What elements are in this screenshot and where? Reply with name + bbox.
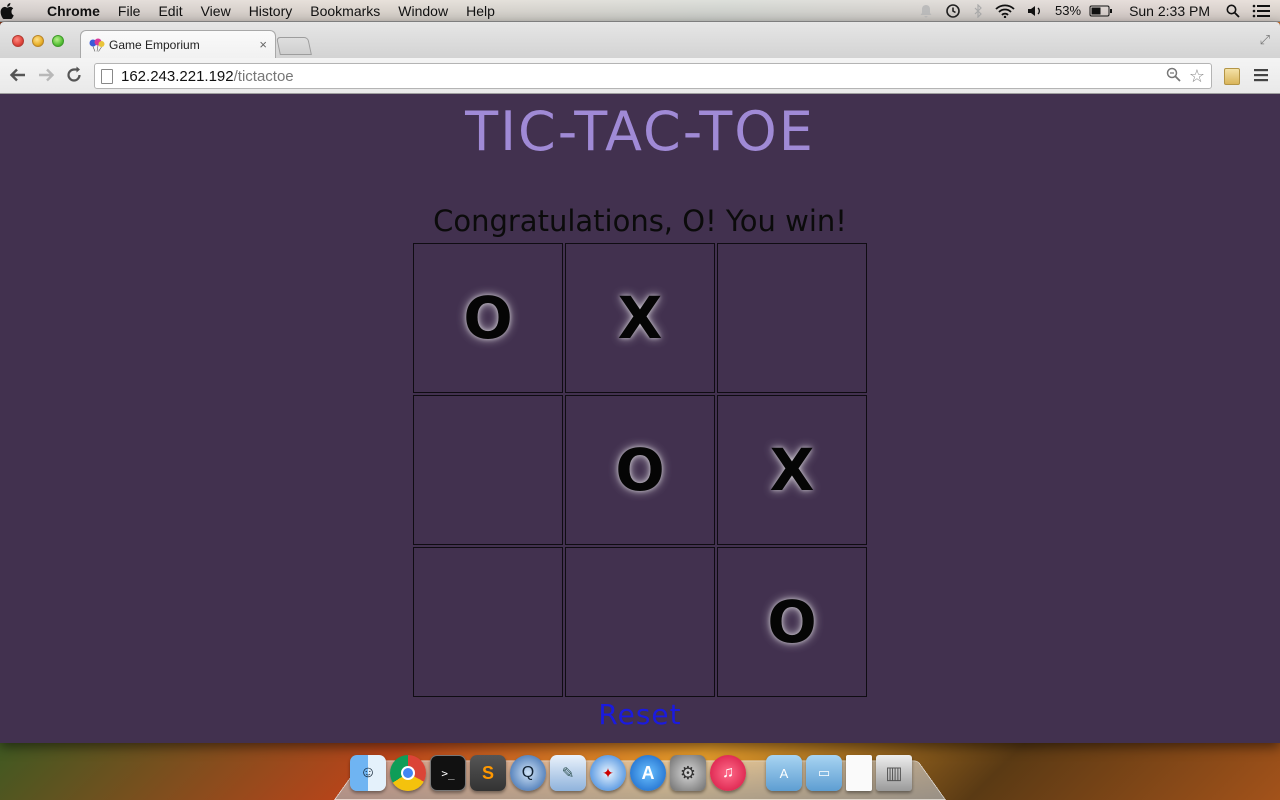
- address-bar[interactable]: 162.243.221.192/tictactoe ☆: [94, 63, 1212, 89]
- balloons-icon: [89, 38, 105, 52]
- board-cell-2-0[interactable]: [413, 547, 563, 697]
- page-title: TIC-TAC-TOE: [0, 100, 1280, 163]
- itunes-icon[interactable]: ♫: [710, 755, 746, 791]
- zoom-search-icon[interactable]: [1166, 67, 1181, 86]
- menu-history[interactable]: History: [240, 3, 302, 19]
- terminal-icon[interactable]: >_: [430, 755, 466, 791]
- spotlight-icon[interactable]: [1220, 4, 1246, 18]
- quicktime-icon[interactable]: Q: [510, 755, 546, 791]
- tab-game-emporium[interactable]: Game Emporium ×: [80, 30, 276, 58]
- new-tab-button[interactable]: [276, 37, 312, 55]
- close-window-icon[interactable]: [12, 35, 24, 47]
- reload-icon[interactable]: [64, 66, 84, 86]
- app-store-icon[interactable]: A: [630, 755, 666, 791]
- applications-folder-icon[interactable]: A: [766, 755, 802, 791]
- minimize-window-icon[interactable]: [32, 35, 44, 47]
- board-cell-0-0[interactable]: O: [413, 243, 563, 393]
- sublime-icon[interactable]: S: [470, 755, 506, 791]
- file-icon[interactable]: [846, 755, 872, 791]
- preview-icon[interactable]: ✎: [550, 755, 586, 791]
- safari-icon[interactable]: ✦: [590, 755, 626, 791]
- browser-toolbar: 162.243.221.192/tictactoe ☆: [0, 58, 1280, 94]
- url-path: /tictactoe: [234, 68, 294, 85]
- menu-help[interactable]: Help: [457, 3, 504, 19]
- board-cell-1-0[interactable]: [413, 395, 563, 545]
- back-icon[interactable]: [8, 66, 28, 86]
- chrome-icon[interactable]: [390, 755, 426, 791]
- time-machine-icon[interactable]: [939, 3, 967, 19]
- menu-edit[interactable]: Edit: [149, 3, 191, 19]
- board-cell-0-1[interactable]: X: [565, 243, 715, 393]
- chrome-menu-icon[interactable]: [1254, 66, 1268, 87]
- extension-icon[interactable]: [1224, 68, 1240, 85]
- board-cell-0-2[interactable]: [717, 243, 867, 393]
- board-cell-2-1[interactable]: [565, 547, 715, 697]
- menu-view[interactable]: View: [192, 3, 240, 19]
- cell-mark: O: [767, 593, 816, 651]
- system-preferences-icon[interactable]: ⚙: [670, 755, 706, 791]
- menu-bookmarks[interactable]: Bookmarks: [301, 3, 389, 19]
- tab-title: Game Emporium: [109, 38, 200, 52]
- browser-window: Game Emporium × ⤢ 162.243.221.192/tictac…: [0, 22, 1280, 743]
- zoom-window-icon[interactable]: [52, 35, 64, 47]
- wifi-icon[interactable]: [989, 4, 1021, 18]
- status-menus: 53% Sun 2:33 PM: [913, 0, 1280, 22]
- trash-icon[interactable]: ▥: [876, 755, 912, 791]
- board-cell-1-1[interactable]: O: [565, 395, 715, 545]
- volume-icon[interactable]: [1021, 4, 1049, 18]
- notification-icon[interactable]: [913, 4, 939, 18]
- status-message: Congratulations, O! You win!: [0, 204, 1280, 238]
- battery-icon[interactable]: [1083, 5, 1119, 17]
- apple-icon[interactable]: [0, 3, 38, 19]
- menu-file[interactable]: File: [109, 3, 150, 19]
- page-content: TIC-TAC-TOE Congratulations, O! You win!…: [0, 94, 1280, 743]
- cell-mark: O: [615, 441, 664, 499]
- tab-strip: Game Emporium × ⤢: [0, 22, 1280, 58]
- notification-center-icon[interactable]: [1246, 4, 1280, 18]
- fullscreen-icon[interactable]: ⤢: [1260, 32, 1270, 48]
- bluetooth-icon[interactable]: [967, 4, 989, 18]
- finder-icon[interactable]: ☺: [350, 755, 386, 791]
- reset-button[interactable]: Reset: [0, 698, 1280, 731]
- documents-folder-icon[interactable]: ▭: [806, 755, 842, 791]
- board-cell-1-2[interactable]: X: [717, 395, 867, 545]
- bookmark-star-icon[interactable]: ☆: [1189, 66, 1205, 87]
- cell-mark: X: [770, 441, 815, 499]
- menu-bar: Chrome File Edit View History Bookmarks …: [0, 0, 1280, 22]
- dock-icons: ☺ >_ S Q ✎ ✦ A ⚙ ♫ A ▭ ▥: [350, 751, 912, 791]
- cell-mark: O: [463, 289, 512, 347]
- battery-label: 53%: [1049, 3, 1083, 18]
- url-host: 162.243.221.192: [121, 68, 234, 85]
- forward-icon[interactable]: [36, 66, 56, 86]
- page-icon: [101, 69, 113, 84]
- board-cell-2-2[interactable]: O: [717, 547, 867, 697]
- cell-mark: X: [618, 289, 663, 347]
- tictactoe-board: O X O X O: [413, 243, 869, 699]
- menu-window[interactable]: Window: [389, 3, 457, 19]
- clock[interactable]: Sun 2:33 PM: [1119, 3, 1220, 19]
- tab-close-icon[interactable]: ×: [259, 37, 267, 52]
- menu-app-name[interactable]: Chrome: [38, 3, 109, 19]
